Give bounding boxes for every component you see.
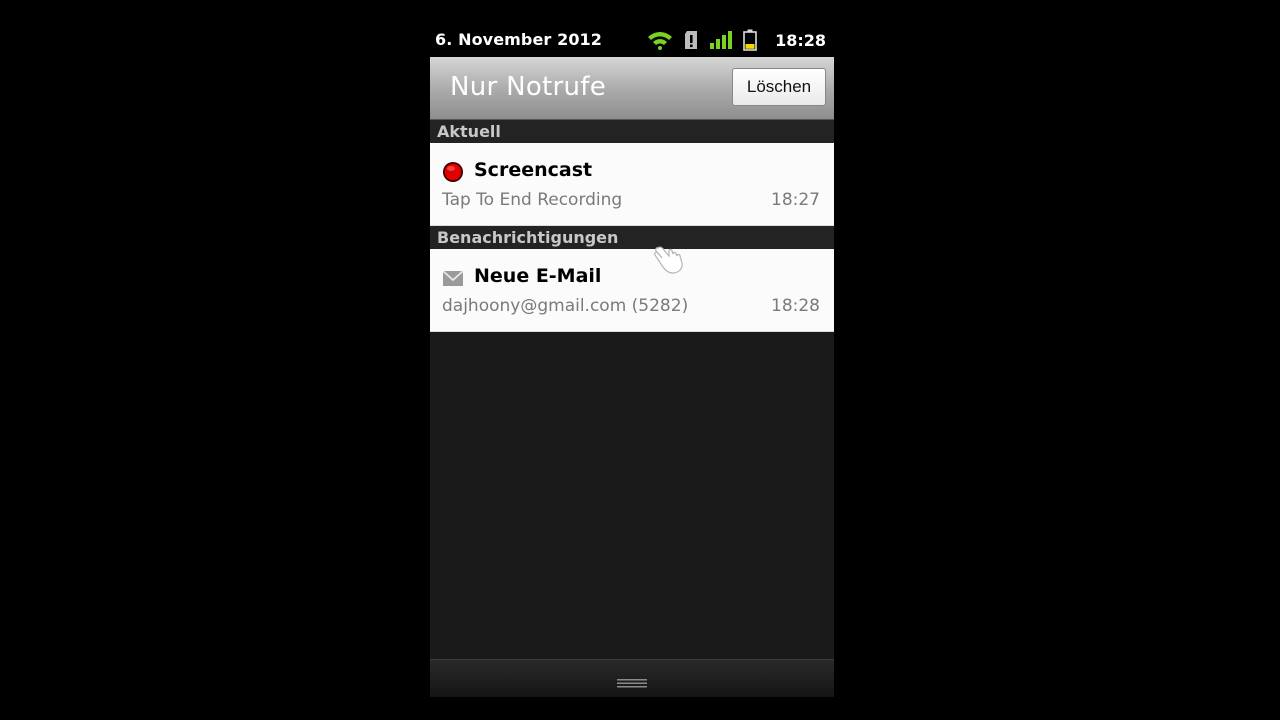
status-time: 18:28 xyxy=(775,30,826,50)
notification-title-bar: Nur Notrufe Löschen xyxy=(430,57,834,120)
status-date: 6. November 2012 xyxy=(435,30,603,49)
notification-subtitle: Tap To End Recording xyxy=(442,190,623,210)
section-header-ongoing: Aktuell xyxy=(430,120,834,143)
battery-icon xyxy=(743,29,757,51)
sd-card-alert-icon xyxy=(683,30,699,50)
notification-screencast[interactable]: Screencast Tap To End Recording 18:27 xyxy=(430,143,834,226)
phone-screen: 6. November 2012 18:28 Nur Notrufe Lösch… xyxy=(430,22,834,697)
mail-icon xyxy=(442,267,464,289)
clear-button[interactable]: Löschen xyxy=(732,68,826,106)
notification-list: Aktuell Screencast Tap To End Recording … xyxy=(430,120,834,660)
grip-icon xyxy=(617,673,647,688)
status-icons: 18:28 xyxy=(637,29,826,51)
notification-title: Screencast xyxy=(474,159,593,181)
record-icon xyxy=(442,161,464,183)
signal-icon xyxy=(709,30,733,50)
notification-time: 18:27 xyxy=(771,190,820,210)
wifi-icon xyxy=(647,30,673,50)
carrier-label: Nur Notrufe xyxy=(450,72,607,102)
notification-time: 18:28 xyxy=(771,296,820,316)
status-bar: 6. November 2012 18:28 xyxy=(430,22,834,57)
close-handle[interactable] xyxy=(430,659,834,697)
notification-title: Neue E-Mail xyxy=(474,265,602,287)
notification-subtitle: dajhoony@gmail.com (5282) xyxy=(442,296,689,316)
section-header-notifications: Benachrichtigungen xyxy=(430,226,834,249)
hand-pointer-icon xyxy=(650,242,686,276)
notification-email[interactable]: Neue E-Mail dajhoony@gmail.com (5282) 18… xyxy=(430,249,834,332)
